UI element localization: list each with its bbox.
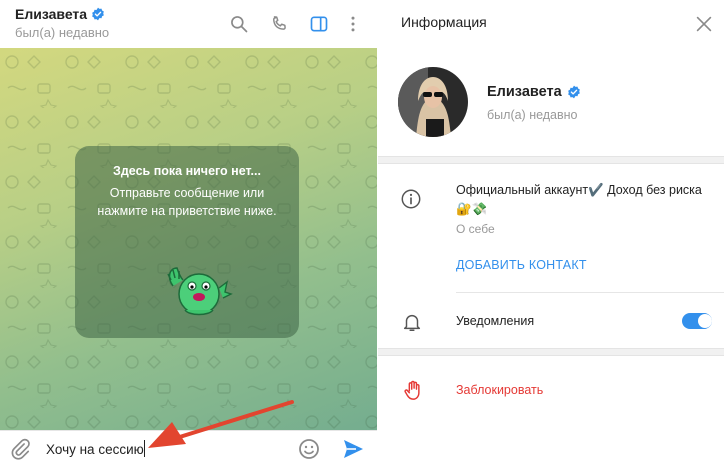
- info-header: Информация: [378, 0, 724, 48]
- chat-header[interactable]: Елизавета был(а) недавно: [0, 0, 377, 48]
- sidebar-toggle-icon[interactable]: [306, 11, 332, 37]
- message-input[interactable]: [46, 439, 286, 459]
- message-composer: [0, 430, 377, 466]
- info-icon: [401, 189, 421, 209]
- notifications-toggle[interactable]: [682, 313, 712, 329]
- profile-name-row: Елизавета: [487, 84, 581, 100]
- about-label: О себе: [456, 222, 495, 236]
- text-caret: [144, 440, 145, 457]
- paperclip-icon[interactable]: [9, 438, 31, 460]
- section-separator: [378, 156, 724, 164]
- bell-icon: [403, 314, 421, 331]
- peer-name-row[interactable]: Елизавета: [15, 6, 105, 22]
- chat-background: Здесь пока ничего нет... Отправьте сообщ…: [0, 48, 377, 430]
- toggle-knob: [698, 314, 712, 328]
- close-icon[interactable]: [693, 13, 715, 35]
- about-text[interactable]: Официальный аккаунт✔️ Доход без риска🔐💸: [456, 181, 706, 219]
- hand-stop-icon: [404, 380, 420, 400]
- more-vert-icon[interactable]: [340, 11, 366, 37]
- profile-status: был(а) недавно: [487, 108, 578, 122]
- search-icon[interactable]: [226, 11, 252, 37]
- divider: [456, 292, 724, 293]
- info-title: Информация: [401, 14, 487, 30]
- block-user-button[interactable]: Заблокировать: [456, 383, 543, 397]
- verified-icon: [92, 7, 104, 21]
- peer-name[interactable]: Елизавета: [15, 6, 87, 22]
- avatar[interactable]: [398, 67, 468, 137]
- phone-icon[interactable]: [266, 11, 292, 37]
- greeting-sticker[interactable]: [163, 258, 233, 320]
- peer-status: был(а) недавно: [15, 25, 110, 40]
- profile-section: Елизавета был(а) недавно: [378, 48, 724, 156]
- empty-chat-card: Здесь пока ничего нет... Отправьте сообщ…: [75, 146, 299, 338]
- chat-pane: Елизавета был(а) недавно Здесь пока ниче…: [0, 0, 377, 466]
- send-icon[interactable]: [341, 437, 365, 461]
- profile-name: Елизавета: [487, 84, 562, 100]
- empty-chat-title: Здесь пока ничего нет...: [113, 164, 261, 178]
- add-contact-button[interactable]: ДОБАВИТЬ КОНТАКТ: [456, 258, 587, 272]
- empty-chat-text: Отправьте сообщение или нажмите на приве…: [97, 186, 277, 218]
- emoji-icon[interactable]: [297, 437, 321, 461]
- info-pane: Информация Елизавета был(а) недавно Офиц…: [378, 0, 724, 466]
- section-separator: [378, 348, 724, 356]
- notifications-label: Уведомления: [456, 314, 535, 328]
- verified-icon: [567, 85, 580, 99]
